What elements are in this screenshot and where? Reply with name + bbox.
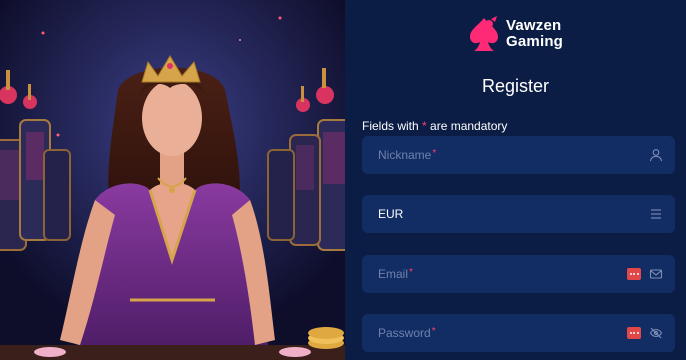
nickname-placeholder: Nickname* [378,148,436,162]
nickname-field[interactable]: Nickname* [362,136,675,174]
mandatory-prefix: Fields with [362,119,423,133]
registration-panel: Vawzen Gaming Register Fields with * are… [345,0,686,360]
brand-name: Vawzen Gaming [506,18,563,50]
autofill-icon[interactable] [627,327,641,339]
queen-casino-illustration [0,0,345,360]
currency-value: EUR [378,207,404,221]
brand-name-line2: Gaming [506,33,564,50]
page-title: Register [481,76,550,96]
email-placeholder: Email* [378,267,413,281]
email-field[interactable]: Email* [362,255,675,293]
eye-off-icon[interactable] [649,326,663,340]
password-label: Password [378,326,431,340]
email-required-star: * [409,267,413,278]
mandatory-suffix: are mandatory [426,119,508,133]
password-placeholder: Password* [378,326,436,340]
autofill-icon[interactable] [627,268,641,280]
brand-name-line1: Vawzen [506,17,562,34]
hero-illustration [0,0,345,360]
mail-icon [649,269,663,279]
nickname-label: Nickname [378,148,432,162]
spade-logo-icon [470,16,498,51]
currency-select[interactable]: EUR [362,195,675,233]
user-icon [649,149,663,162]
brand-logo[interactable]: Vawzen Gaming [467,14,577,54]
menu-icon [651,209,661,219]
nickname-required-star: * [432,148,437,159]
mandatory-note: Fields with * are mandatory [362,119,507,133]
password-required-star: * [431,326,436,337]
password-field[interactable]: Password* [362,314,675,352]
email-label: Email [378,267,409,281]
